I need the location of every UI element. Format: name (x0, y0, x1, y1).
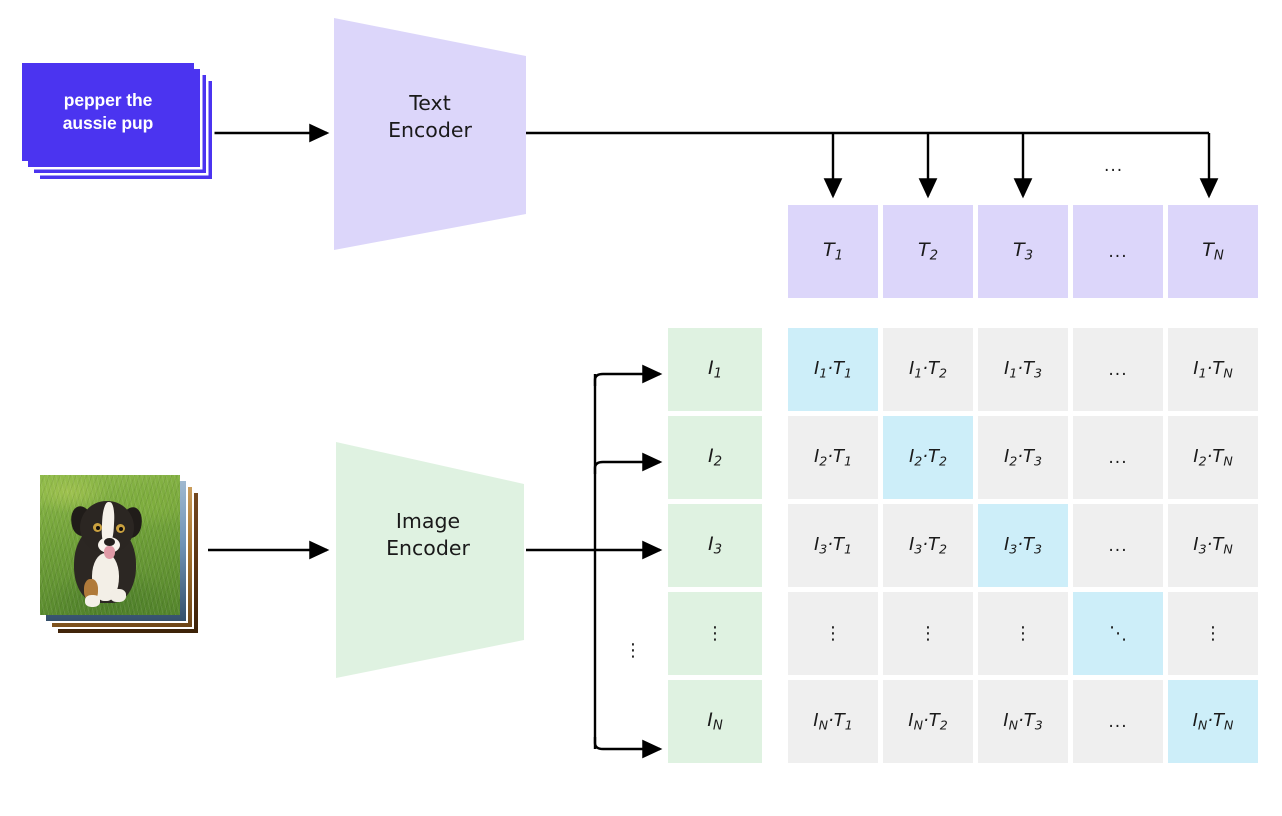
text-fanout-ellipsis: ... (1104, 156, 1124, 176)
image-row-ellipsis: ⋮ (624, 640, 642, 661)
arrow-to-i2 (593, 452, 663, 474)
dog-pupil-right (118, 526, 123, 531)
matrix-cell-r4-c5: ⋮ (1168, 592, 1258, 675)
dog-paw-left (85, 595, 100, 607)
matrix-cell-r3-c3: I3·T3 (978, 504, 1068, 587)
text-input-card-stack: pepper the aussie pup (22, 63, 252, 208)
dog-nose (104, 538, 115, 546)
image-embedding-ellipsis: ⋮ (668, 592, 762, 675)
matrix-cell-r4-c4: ⋱ (1073, 592, 1163, 675)
matrix-cell-r5-c3: IN·T3 (978, 680, 1068, 763)
text-encoder-label: Text Encoder (388, 91, 472, 143)
clip-architecture-diagram: pepper the aussie pup Text Encoder Image… (0, 0, 1282, 816)
dog-pupil-left (95, 525, 100, 530)
text-embedding-tN: TN (1168, 205, 1258, 298)
image-input-photo-stack (40, 475, 225, 640)
dog-tongue (104, 546, 115, 559)
matrix-cell-r3-c2: I3·T2 (883, 504, 973, 587)
image-embedding-iN: IN (668, 680, 762, 763)
matrix-cell-r1-c3: I1·T3 (978, 328, 1068, 411)
matrix-cell-r3-c4: ... (1073, 504, 1163, 587)
matrix-cell-r3-c1: I3·T1 (788, 504, 878, 587)
matrix-cell-r5-c5: IN·TN (1168, 680, 1258, 763)
matrix-cell-r2-c3: I2·T3 (978, 416, 1068, 499)
photo-dog (40, 475, 180, 615)
dog-paw-right (110, 589, 126, 602)
matrix-cell-r3-c5: I3·TN (1168, 504, 1258, 587)
matrix-cell-r1-c2: I1·T2 (883, 328, 973, 411)
arrow-to-in (593, 737, 663, 759)
matrix-cell-r5-c2: IN·T2 (883, 680, 973, 763)
text-embedding-t2: T2 (883, 205, 973, 298)
matrix-cell-r5-c4: ... (1073, 680, 1163, 763)
arrow-to-i1 (593, 364, 663, 386)
matrix-cell-r1-c5: I1·TN (1168, 328, 1258, 411)
image-embedding-i3: I3 (668, 504, 762, 587)
matrix-cell-r1-c4: ... (1073, 328, 1163, 411)
image-encoder-label: Image Encoder (386, 509, 470, 561)
matrix-cell-r4-c2: ⋮ (883, 592, 973, 675)
text-embedding-t1: T1 (788, 205, 878, 298)
text-embedding-t3: T3 (978, 205, 1068, 298)
matrix-cell-r2-c1: I2·T1 (788, 416, 878, 499)
text-input-caption: pepper the aussie pup (62, 89, 154, 133)
matrix-cell-r4-c3: ⋮ (978, 592, 1068, 675)
matrix-cell-r2-c4: ... (1073, 416, 1163, 499)
text-embedding-ellipsis: ... (1073, 205, 1163, 298)
text-input-card: pepper the aussie pup (22, 63, 194, 161)
matrix-cell-r2-c2: I2·T2 (883, 416, 973, 499)
matrix-cell-r2-c5: I2·TN (1168, 416, 1258, 499)
matrix-cell-r5-c1: IN·T1 (788, 680, 878, 763)
image-embedding-i2: I2 (668, 416, 762, 499)
matrix-cell-r4-c1: ⋮ (788, 592, 878, 675)
matrix-cell-r1-c1: I1·T1 (788, 328, 878, 411)
image-embedding-i1: I1 (668, 328, 762, 411)
